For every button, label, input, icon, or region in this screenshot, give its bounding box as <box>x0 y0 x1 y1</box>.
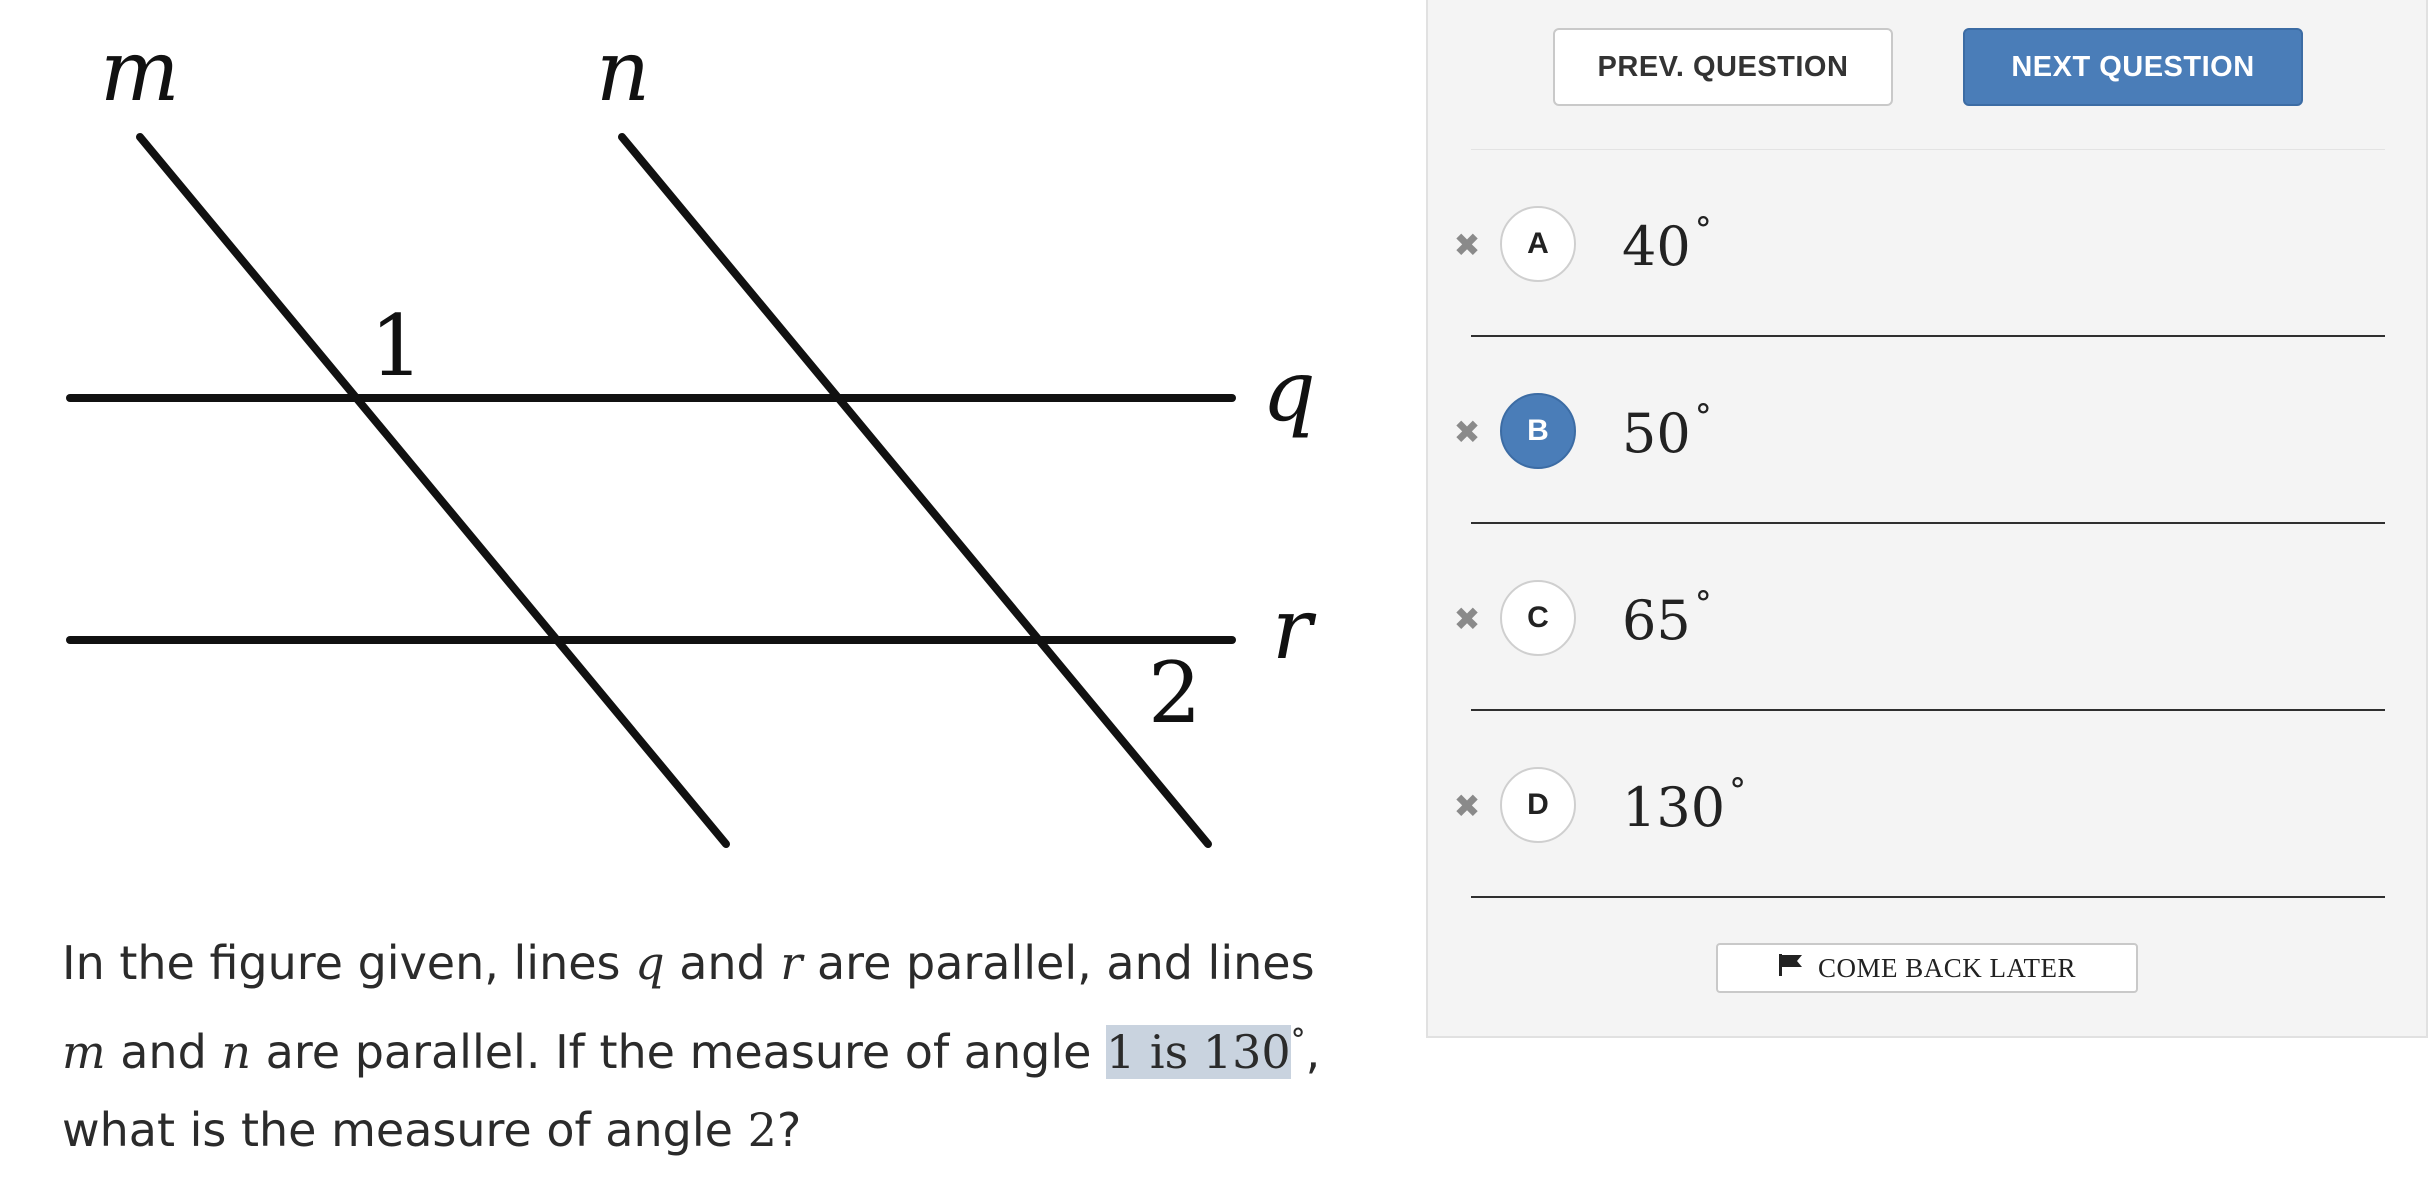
var-r: r <box>780 936 803 990</box>
angle-2-ref: 2 <box>747 1103 777 1157</box>
option-letter-badge[interactable]: D <box>1500 767 1576 843</box>
come-back-later-button[interactable]: COME BACK LATER <box>1716 943 2138 993</box>
option-number: 40 <box>1622 215 1691 278</box>
label-q: q <box>1262 342 1316 440</box>
label-n: n <box>596 22 650 120</box>
line-n <box>618 133 1212 848</box>
eliminate-x-icon[interactable]: ✖ <box>1452 416 1482 448</box>
answer-option-c[interactable]: ✖ C 65 ° <box>1428 524 2428 711</box>
option-value[interactable]: 130 ° <box>1622 771 1746 839</box>
degree-symbol: ° <box>1694 397 1712 437</box>
next-question-button[interactable]: NEXT QUESTION <box>1963 28 2303 106</box>
option-number: 50 <box>1622 402 1691 465</box>
question-fragment: and <box>664 936 781 990</box>
answer-option-a[interactable]: ✖ A 40 ° <box>1428 150 2428 337</box>
geometry-figure: m n q r 1 2 <box>66 22 1317 848</box>
question-text: In the figure given, lines q and r are p… <box>62 924 1362 1169</box>
eliminate-x-icon[interactable]: ✖ <box>1452 603 1482 635</box>
flag-icon <box>1778 953 1804 984</box>
option-letter-badge[interactable]: B <box>1500 393 1576 469</box>
angle-1-label: 1 <box>370 297 423 395</box>
answer-option-b[interactable]: ✖ B 50 ° <box>1428 337 2428 524</box>
label-r: r <box>1272 580 1317 678</box>
option-number: 65 <box>1622 589 1691 652</box>
line-m <box>136 133 730 848</box>
var-m: m <box>62 1025 106 1079</box>
var-n: n <box>221 1025 252 1079</box>
divider <box>1471 896 2385 898</box>
angle-2-label: 2 <box>1148 644 1201 742</box>
degree-symbol: ° <box>1694 210 1712 250</box>
answer-option-d[interactable]: ✖ D 130 ° <box>1428 711 2428 898</box>
question-fragment: ? <box>776 1103 802 1157</box>
come-back-later-label: COME BACK LATER <box>1817 952 2076 983</box>
option-number: 130 <box>1622 776 1726 839</box>
degree-symbol: ° <box>1729 771 1747 811</box>
option-letter-badge[interactable]: A <box>1500 206 1576 282</box>
option-letter-badge[interactable]: C <box>1500 580 1576 656</box>
degree-symbol: ° <box>1694 584 1712 624</box>
var-q: q <box>635 936 665 990</box>
highlighted-text: 1 is 130 <box>1106 1025 1291 1079</box>
degree-symbol: ° <box>1290 1023 1306 1058</box>
eliminate-x-icon[interactable]: ✖ <box>1452 229 1482 261</box>
label-m: m <box>100 22 180 120</box>
option-value[interactable]: 40 ° <box>1622 210 1712 278</box>
question-fragment: and <box>105 1025 222 1079</box>
question-fragment: are parallel, and lines <box>802 936 1315 990</box>
prev-question-button[interactable]: PREV. QUESTION <box>1553 28 1893 106</box>
question-fragment: are parallel. If the measure of angle <box>251 1025 1107 1079</box>
eliminate-x-icon[interactable]: ✖ <box>1452 790 1482 822</box>
option-value[interactable]: 50 ° <box>1622 397 1712 465</box>
question-fragment: In the figure given, lines <box>62 936 636 990</box>
option-value[interactable]: 65 ° <box>1622 584 1712 652</box>
answer-panel: PREV. QUESTION NEXT QUESTION ✖ A 40 ° ✖ B… <box>1426 0 2428 1038</box>
